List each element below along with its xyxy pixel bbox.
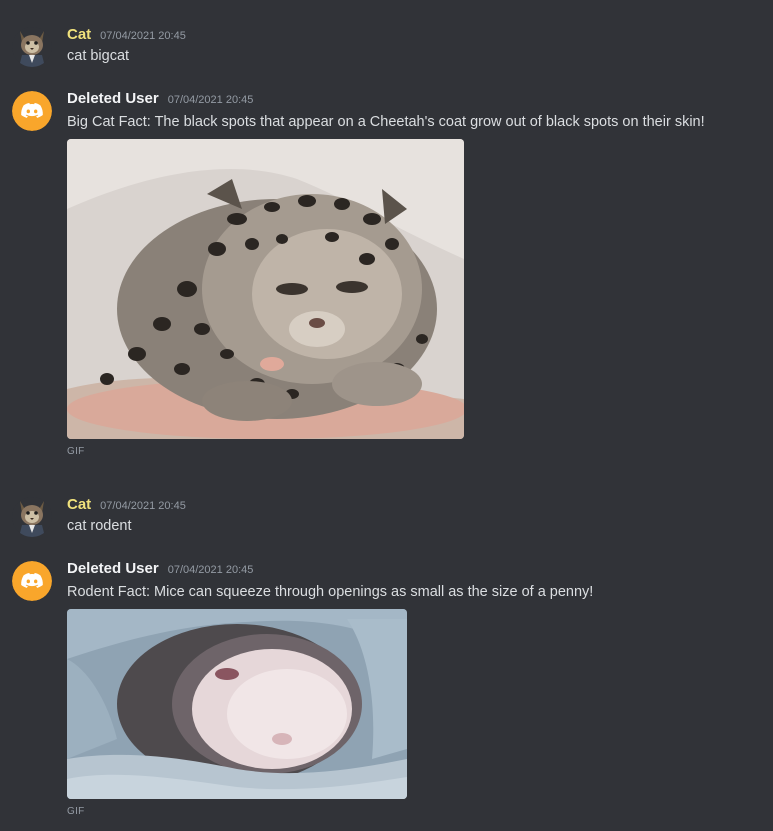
message-text: Big Cat Fact: The black spots that appea… (67, 114, 705, 130)
gif-attachment-cheetah[interactable] (67, 139, 464, 439)
timestamp: 07/04/2021 20:45 (100, 500, 186, 512)
discord-logo-icon[interactable] (12, 91, 52, 131)
discord-logo-icon[interactable] (12, 561, 52, 601)
message-item: Cat 07/04/2021 20:45 cat rodent (0, 470, 773, 550)
message-item: Cat 07/04/2021 20:45 cat bigcat (0, 0, 773, 80)
message-item: Deleted User 07/04/2021 20:45 Rodent Fac… (0, 550, 773, 831)
username[interactable]: Deleted User (67, 90, 159, 107)
cheetah-cub-image (67, 139, 464, 439)
cat-avatar-icon[interactable] (12, 497, 52, 537)
username[interactable]: Cat (67, 26, 91, 43)
message-item: Deleted User 07/04/2021 20:45 Big Cat Fa… (0, 80, 773, 470)
gif-label: GIF (67, 806, 85, 817)
username[interactable]: Cat (67, 496, 91, 513)
username[interactable]: Deleted User (67, 560, 159, 577)
message-header: Deleted User 07/04/2021 20:45 (67, 90, 253, 110)
rodent-in-blanket-image (67, 609, 407, 799)
message-list: Cat 07/04/2021 20:45 cat bigcat Deleted … (0, 0, 773, 831)
message-text: cat rodent (67, 518, 132, 534)
message-text: cat bigcat (67, 48, 130, 64)
message-header: Cat 07/04/2021 20:45 (67, 496, 186, 516)
message-header: Deleted User 07/04/2021 20:45 (67, 560, 253, 580)
cat-avatar-icon[interactable] (12, 27, 52, 67)
message-text: Rodent Fact: Mice can squeeze through op… (67, 584, 594, 600)
timestamp: 07/04/2021 20:45 (100, 30, 186, 42)
message-header: Cat 07/04/2021 20:45 (67, 26, 186, 46)
gif-attachment-rodent[interactable] (67, 609, 407, 799)
timestamp: 07/04/2021 20:45 (167, 94, 254, 106)
timestamp: 07/04/2021 20:45 (167, 564, 254, 576)
gif-label: GIF (67, 446, 85, 457)
